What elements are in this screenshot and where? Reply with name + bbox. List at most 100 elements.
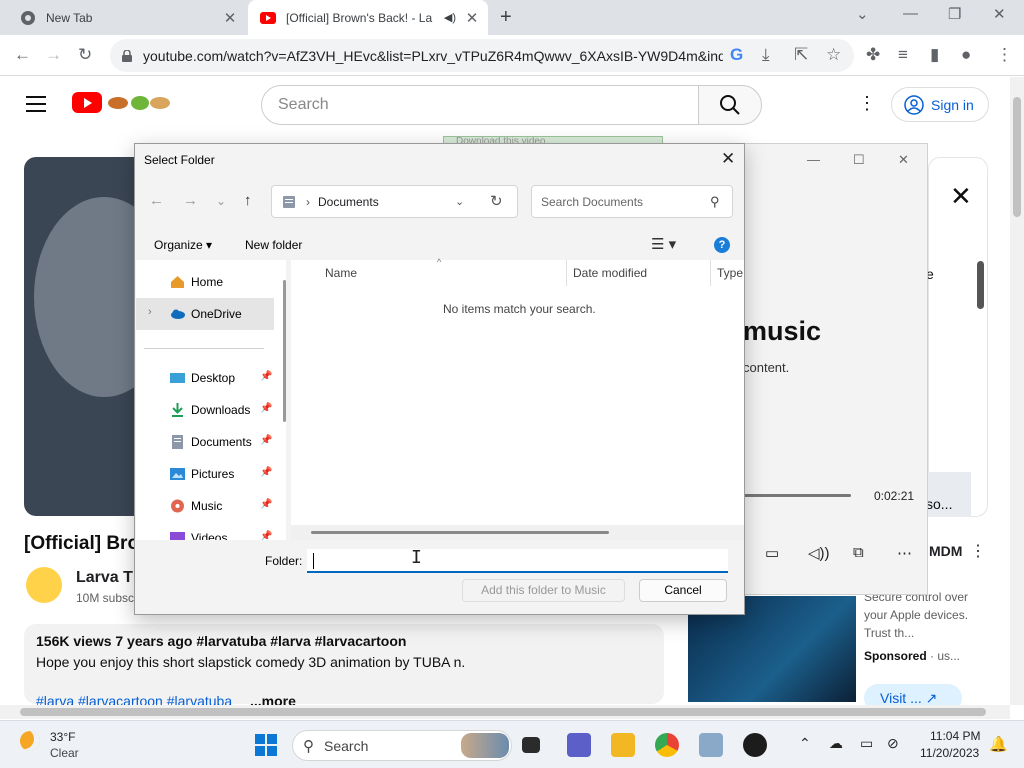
minimize-button[interactable]: — <box>903 5 918 22</box>
restore-button[interactable]: ❐ <box>948 5 961 23</box>
mp-minimize-button[interactable]: — <box>807 152 820 167</box>
doodle-icon[interactable] <box>106 93 172 113</box>
tab-new-tab[interactable]: New Tab ✕ <box>8 0 246 35</box>
tab-youtube[interactable]: [Official] Brown's Back! - La ◀) ✕ <box>248 0 488 35</box>
install-icon[interactable]: ⤓ <box>762 45 770 65</box>
taskbar-search[interactable]: ⚲ Search <box>292 730 512 761</box>
moon-weather-icon[interactable] <box>20 731 40 751</box>
dialog-back-icon[interactable]: ← <box>149 192 164 209</box>
display-icon[interactable]: ▭ <box>860 735 873 752</box>
channel-name[interactable]: Larva T <box>76 569 133 587</box>
up-folder-icon[interactable]: ↑ <box>244 192 252 209</box>
back-icon[interactable]: ← <box>14 45 31 65</box>
tab-close-icon[interactable]: ✕ <box>462 9 482 27</box>
page-scrollbar-horizontal[interactable] <box>0 705 1010 719</box>
nav-item-music[interactable]: Music 📌 <box>136 490 274 522</box>
tab-close-icon[interactable]: ✕ <box>220 9 240 27</box>
nav-pane-scrollbar[interactable] <box>283 280 286 422</box>
view-options-icon[interactable]: ☰ ▾ <box>651 235 676 253</box>
volume-icon[interactable]: ◁)) <box>808 544 830 562</box>
column-name[interactable]: Name <box>325 266 357 280</box>
expand-chevron-icon[interactable]: › <box>148 306 152 318</box>
column-date-modified[interactable]: Date modified <box>573 266 647 280</box>
address-dropdown-icon[interactable]: ⌄ <box>455 195 464 208</box>
weather-condition[interactable]: Clear <box>50 746 79 760</box>
recent-locations-icon[interactable]: ⌄ <box>216 194 226 208</box>
nav-item-documents[interactable]: Documents 📌 <box>136 426 274 458</box>
page-scrollbar-vertical[interactable] <box>1010 77 1024 705</box>
ad-more-icon[interactable]: ⋮ <box>970 541 986 561</box>
search-icon: ⚲ <box>303 737 314 755</box>
youtube-search-input[interactable]: Search <box>261 85 699 125</box>
share-icon[interactable]: ⇱ <box>794 45 808 65</box>
video-player[interactable] <box>24 157 136 516</box>
new-tab-button[interactable]: + <box>500 6 512 29</box>
tab-search-icon[interactable]: ⌄ <box>856 5 869 23</box>
file-list-scrollbar[interactable] <box>291 525 744 540</box>
add-folder-to-music-button[interactable]: Add this folder to Music <box>462 579 625 602</box>
videos-icon <box>170 532 185 540</box>
cancel-button[interactable]: Cancel <box>639 579 727 602</box>
nav-item-pictures[interactable]: Pictures 📌 <box>136 458 274 490</box>
start-button[interactable] <box>255 734 277 756</box>
column-divider[interactable] <box>710 260 711 286</box>
video-meta: 156K views 7 years ago #larvatuba #larva… <box>36 633 407 649</box>
sign-in-button[interactable]: Sign in <box>891 87 989 122</box>
onedrive-tray-icon[interactable]: ☁ <box>829 735 843 752</box>
panel-close-icon[interactable]: ✕ <box>950 181 972 212</box>
bookmark-star-icon[interactable]: ☆ <box>826 45 841 65</box>
menu-icon[interactable] <box>26 96 46 112</box>
chrome-menu-icon[interactable]: ⋮ <box>996 45 1013 65</box>
youtube-logo[interactable] <box>72 92 102 113</box>
extensions-icon[interactable]: ✤ <box>866 45 880 65</box>
nav-item-downloads[interactable]: Downloads 📌 <box>136 394 274 426</box>
youtube-search-button[interactable] <box>698 85 762 125</box>
column-type[interactable]: Type <box>717 266 743 280</box>
dialog-close-icon[interactable]: ✕ <box>721 149 735 169</box>
nav-item-onedrive[interactable]: › OneDrive <box>136 298 274 330</box>
forward-icon[interactable]: → <box>45 45 62 65</box>
photos-icon[interactable] <box>699 733 723 757</box>
task-view-icon[interactable] <box>522 737 540 753</box>
miniplayer-icon[interactable]: ⧉ <box>853 544 864 561</box>
dialog-forward-icon[interactable]: → <box>183 192 198 209</box>
dialog-address-bar[interactable]: › Documents ⌄ ↻ <box>271 185 518 218</box>
media-control-icon[interactable]: ≡ <box>898 45 908 65</box>
mp-maximize-button[interactable]: ☐ <box>853 152 865 168</box>
settings-more-icon[interactable]: ⋮ <box>858 93 876 114</box>
media-player-icon[interactable] <box>743 733 767 757</box>
chrome-taskbar-icon[interactable] <box>655 733 679 757</box>
new-folder-button[interactable]: New folder <box>245 238 302 252</box>
refresh-icon[interactable]: ↻ <box>490 192 503 210</box>
network-icon[interactable]: ⊘ <box>887 735 899 752</box>
mp-more-icon[interactable]: ⋯ <box>897 544 912 562</box>
reload-icon[interactable]: ↻ <box>78 45 92 65</box>
side-panel-icon[interactable]: ▮ <box>930 45 939 65</box>
folder-input[interactable] <box>307 549 728 573</box>
teams-icon[interactable] <box>567 733 591 757</box>
weather-temperature[interactable]: 33°F <box>50 730 75 744</box>
nav-item-videos[interactable]: Videos 📌 <box>136 522 274 540</box>
file-explorer-icon[interactable] <box>611 733 635 757</box>
captions-icon[interactable]: ▭ <box>765 544 779 562</box>
column-divider[interactable] <box>566 260 567 286</box>
clock-date[interactable]: 11/20/2023 <box>920 746 979 760</box>
clock-time[interactable]: 11:04 PM <box>930 729 980 743</box>
mp-close-button[interactable]: ✕ <box>898 152 909 168</box>
mp-progress-bar[interactable] <box>743 494 851 497</box>
mp-scrollbar[interactable] <box>977 261 984 309</box>
documents-icon <box>172 435 183 449</box>
channel-avatar[interactable] <box>26 567 62 603</box>
organize-button[interactable]: Organize ▾ <box>154 238 212 252</box>
close-window-button[interactable]: ✕ <box>993 5 1006 23</box>
google-icon[interactable]: G <box>730 45 743 65</box>
profile-icon[interactable]: ● <box>961 45 971 65</box>
speaker-icon[interactable]: ◀) <box>444 11 456 24</box>
show-hidden-icons[interactable]: ⌃ <box>799 735 811 752</box>
nav-item-desktop[interactable]: Desktop 📌 <box>136 362 274 394</box>
dialog-search-input[interactable]: Search Documents ⚲ <box>531 185 733 218</box>
help-icon[interactable]: ? <box>714 237 730 253</box>
address-location[interactable]: Documents <box>318 195 379 209</box>
notification-bell-icon[interactable]: 🔔 <box>989 735 1008 753</box>
nav-item-home[interactable]: Home <box>136 266 274 298</box>
